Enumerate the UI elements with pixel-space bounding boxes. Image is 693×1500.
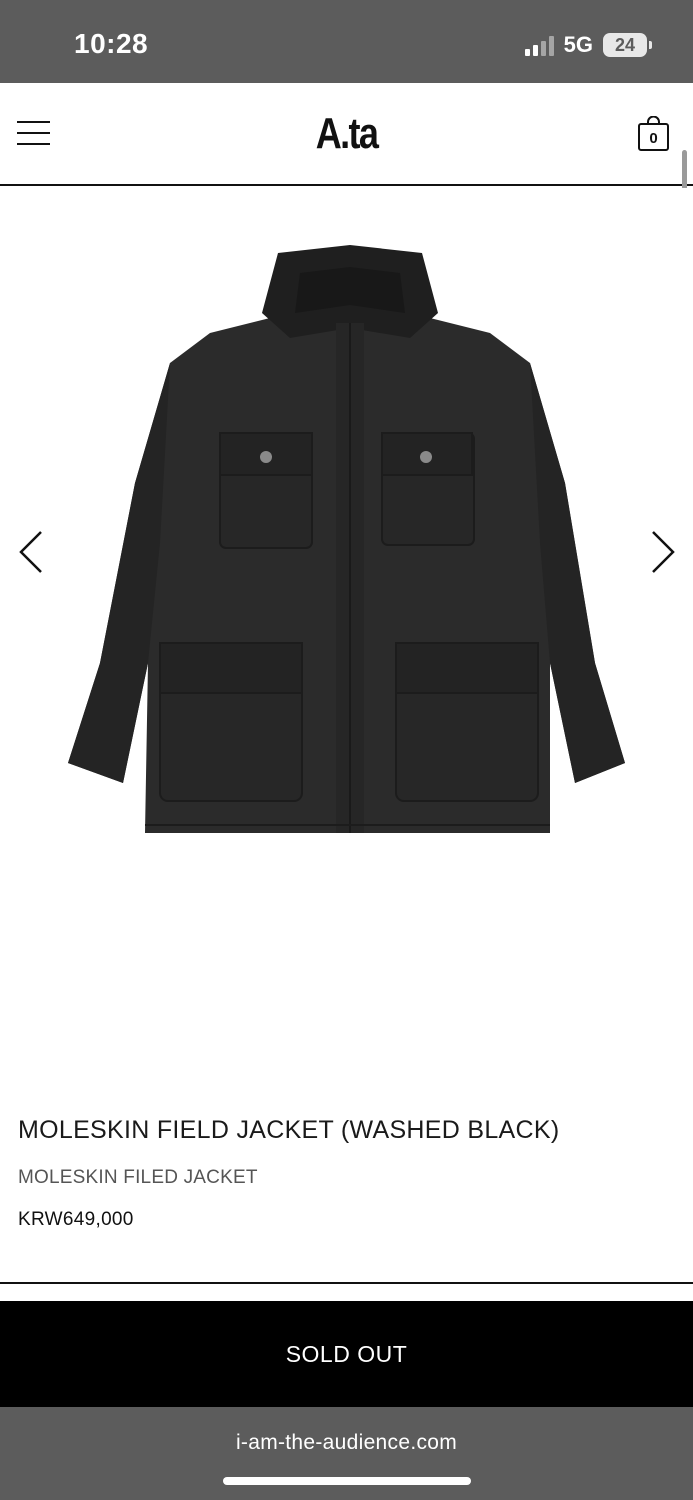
section-divider — [0, 1282, 693, 1284]
brand-logo[interactable]: A.ta — [62, 109, 630, 159]
status-indicators: 5G 24 — [524, 30, 652, 60]
product-info: MOLESKIN FIELD JACKET (WASHED BLACK) MOL… — [18, 1116, 678, 1231]
browser-url-bar: i-am-the-audience.com — [0, 1407, 693, 1500]
status-time: 10:28 — [74, 28, 149, 59]
cart-count: 0 — [649, 130, 657, 147]
shopping-bag-icon[interactable]: 0 — [637, 115, 670, 152]
chevron-right-icon[interactable] — [642, 528, 682, 576]
product-subtitle: MOLESKIN FILED JACKET — [18, 1167, 258, 1188]
product-gallery — [0, 188, 693, 1078]
home-indicator[interactable] — [223, 1477, 471, 1485]
chevron-left-icon[interactable] — [12, 528, 52, 576]
hamburger-menu-icon[interactable] — [17, 119, 51, 147]
battery-icon: 24 — [603, 33, 652, 57]
sold-out-button[interactable]: SOLD OUT — [0, 1301, 693, 1407]
url-field[interactable]: i-am-the-audience.com — [0, 1431, 693, 1455]
product-price: KRW649,000 — [18, 1209, 134, 1230]
product-image — [68, 245, 625, 833]
battery-level: 24 — [614, 34, 636, 55]
signal-icon — [524, 34, 554, 56]
product-title: MOLESKIN FIELD JACKET (WASHED BLACK) — [18, 1116, 560, 1144]
status-bar: 10:28 5G 24 — [0, 0, 693, 83]
site-header: A.ta 0 — [0, 83, 693, 186]
network-label: 5G — [563, 32, 593, 57]
